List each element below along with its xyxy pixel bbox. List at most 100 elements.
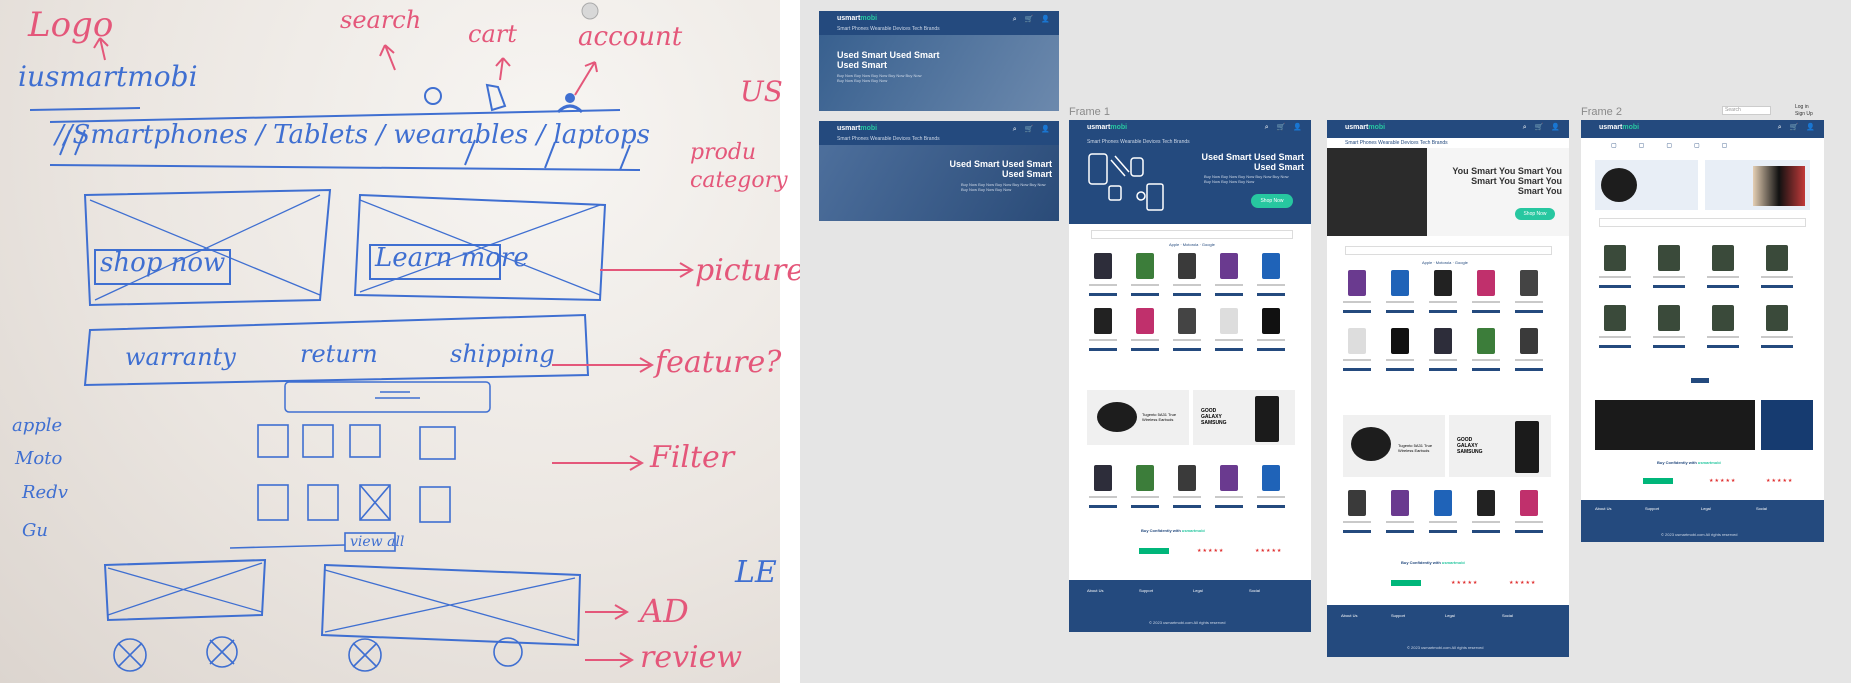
add-to-cart-button[interactable] [1761, 285, 1793, 288]
footer-about[interactable]: About Us [1087, 588, 1103, 593]
footer-legal[interactable]: Legal [1193, 588, 1203, 593]
product-image[interactable] [1348, 270, 1366, 296]
product-image[interactable] [1658, 305, 1680, 331]
product-image[interactable] [1220, 253, 1238, 279]
add-to-cart-button[interactable] [1173, 348, 1201, 351]
add-to-cart-button[interactable] [1761, 345, 1793, 348]
add-to-cart-button[interactable] [1429, 368, 1457, 371]
product-image[interactable] [1348, 328, 1366, 354]
product-image[interactable] [1766, 245, 1788, 271]
add-to-cart-button[interactable] [1472, 368, 1500, 371]
tab-apple[interactable]: Apple [1422, 260, 1432, 265]
add-to-cart-button[interactable] [1429, 530, 1457, 533]
product-image[interactable] [1094, 253, 1112, 279]
nav-links[interactable]: Smart Phones Wearable Devices Tech Brand… [1345, 140, 1448, 146]
product-image[interactable] [1178, 465, 1196, 491]
add-to-cart-button[interactable] [1707, 345, 1739, 348]
add-to-cart-button[interactable] [1215, 505, 1243, 508]
add-to-cart-button[interactable] [1257, 348, 1285, 351]
nav-icons[interactable]: ⌕ 🛒 👤 [1265, 123, 1305, 132]
add-to-cart-button[interactable] [1386, 310, 1414, 313]
add-to-cart-button[interactable] [1472, 310, 1500, 313]
product-image[interactable] [1136, 308, 1154, 334]
product-image[interactable] [1434, 270, 1452, 296]
nav-icons[interactable]: ⌕ 🛒 👤 [1013, 125, 1053, 134]
add-to-cart-button[interactable] [1131, 348, 1159, 351]
add-to-cart-button[interactable] [1343, 368, 1371, 371]
ad-earbuds[interactable]: Tugento 5A31 True Wireless Earbuds [1343, 415, 1445, 477]
add-to-cart-button[interactable] [1386, 368, 1414, 371]
nav-icons[interactable]: ⌕ 🛒 👤 [1013, 15, 1053, 24]
product-image[interactable] [1766, 305, 1788, 331]
signup-link[interactable]: Sign Up [1795, 111, 1813, 117]
product-image[interactable] [1520, 328, 1538, 354]
product-image[interactable] [1262, 465, 1280, 491]
footer-about[interactable]: About Us [1341, 613, 1357, 618]
tab-motorola[interactable]: Motorola [1183, 242, 1199, 247]
add-to-cart-button[interactable] [1653, 285, 1685, 288]
add-to-cart-button[interactable] [1515, 368, 1543, 371]
nav-links[interactable]: Smart Phones Wearable Devices Tech Brand… [837, 26, 940, 32]
promo-iphone[interactable] [1705, 160, 1810, 210]
add-to-cart-button[interactable] [1386, 530, 1414, 533]
add-to-cart-button[interactable] [1089, 348, 1117, 351]
nav-links[interactable]: Smart Phones Wearable Devices Tech Brand… [1087, 139, 1190, 145]
product-image[interactable] [1136, 253, 1154, 279]
ad-banner-2[interactable] [1761, 400, 1813, 450]
product-image[interactable] [1220, 465, 1238, 491]
nav-links[interactable]: Smart Phones Wearable Devices Tech Brand… [837, 136, 940, 142]
frame-1[interactable]: usmartmobi ⌕ 🛒 👤 Smart Phones Wearable D… [1069, 120, 1311, 632]
product-image[interactable] [1477, 270, 1495, 296]
product-image[interactable] [1477, 490, 1495, 516]
add-to-cart-button[interactable] [1343, 530, 1371, 533]
add-to-cart-button[interactable] [1599, 285, 1631, 288]
tab-google[interactable]: Google [1202, 242, 1215, 247]
product-image[interactable] [1712, 305, 1734, 331]
filter-tabs[interactable]: Apple · Motorola · Google [1422, 260, 1468, 265]
hero-variant-1[interactable]: usmartmobi ⌕ 🛒 👤 Smart Phones Wearable D… [819, 11, 1059, 111]
add-to-cart-button[interactable] [1653, 345, 1685, 348]
promo-earbuds[interactable] [1595, 160, 1698, 210]
ad-earbuds[interactable]: Tugento 5A31 True Wireless Earbuds [1087, 390, 1189, 445]
product-image[interactable] [1712, 245, 1734, 271]
ad-samsung[interactable]: GOOD GALAXY SAMSUNG [1193, 390, 1295, 445]
add-to-cart-button[interactable] [1429, 310, 1457, 313]
add-to-cart-button[interactable] [1257, 293, 1285, 296]
hero-variant-2[interactable]: usmartmobi ⌕ 🛒 👤 Smart Phones Wearable D… [819, 121, 1059, 221]
nav-icons[interactable]: ⌕ 🛒 👤 [1523, 123, 1563, 132]
logo[interactable]: usmartmobi [837, 125, 877, 132]
footer-support[interactable]: Support [1391, 613, 1405, 618]
product-image[interactable] [1434, 490, 1452, 516]
product-image[interactable] [1391, 270, 1409, 296]
add-to-cart-button[interactable] [1257, 505, 1285, 508]
add-to-cart-button[interactable] [1343, 310, 1371, 313]
view-all-button[interactable] [1691, 378, 1709, 383]
product-image[interactable] [1604, 245, 1626, 271]
product-image[interactable] [1658, 245, 1680, 271]
product-image[interactable] [1262, 308, 1280, 334]
add-to-cart-button[interactable] [1173, 293, 1201, 296]
product-image[interactable] [1434, 328, 1452, 354]
search-input[interactable]: Search [1722, 106, 1771, 115]
logo[interactable]: usmartmobi [837, 15, 877, 22]
product-image[interactable] [1220, 308, 1238, 334]
add-to-cart-button[interactable] [1472, 530, 1500, 533]
frame-middle[interactable]: usmartmobi ⌕ 🛒 👤 Smart Phones Wearable D… [1327, 120, 1569, 657]
add-to-cart-button[interactable] [1599, 345, 1631, 348]
add-to-cart-button[interactable] [1089, 505, 1117, 508]
add-to-cart-button[interactable] [1173, 505, 1201, 508]
product-image[interactable] [1178, 308, 1196, 334]
tab-motorola[interactable]: Motorola [1436, 260, 1452, 265]
product-image[interactable] [1136, 465, 1154, 491]
footer-support[interactable]: Support [1139, 588, 1153, 593]
shop-now-button[interactable]: Shop Now [1515, 208, 1555, 220]
product-image[interactable] [1604, 305, 1626, 331]
add-to-cart-button[interactable] [1707, 285, 1739, 288]
logo[interactable]: usmartmobi [1087, 124, 1127, 131]
product-image[interactable] [1178, 253, 1196, 279]
shop-now-button[interactable]: Shop Now [1251, 194, 1293, 208]
logo[interactable]: usmartmobi [1345, 124, 1385, 131]
product-image[interactable] [1348, 490, 1366, 516]
product-image[interactable] [1477, 328, 1495, 354]
tab-google[interactable]: Google [1455, 260, 1468, 265]
